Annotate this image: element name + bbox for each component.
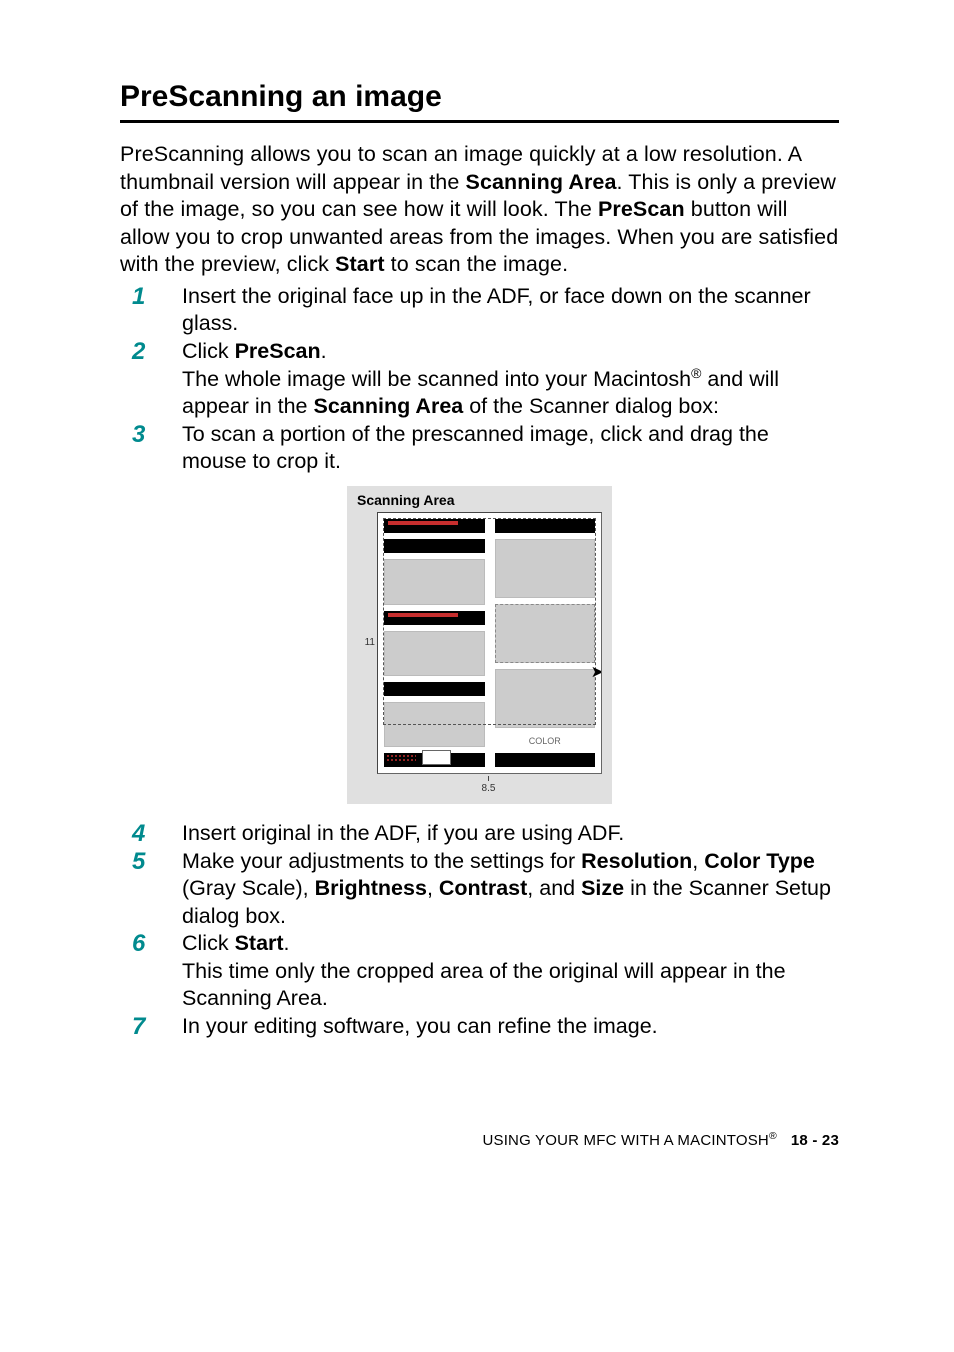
step-contrast: Contrast bbox=[439, 876, 527, 900]
step-text: . bbox=[321, 339, 327, 363]
dialog-body: 11 ➤ bbox=[357, 512, 602, 774]
steps-list: 1 Insert the original face up in the ADF… bbox=[120, 283, 839, 476]
preview-bar bbox=[495, 519, 596, 533]
registered-symbol: ® bbox=[769, 1130, 777, 1142]
heading-divider bbox=[120, 120, 839, 123]
step-body: Click PreScan. The whole image will be s… bbox=[182, 338, 839, 421]
step-body: In your editing software, you can refine… bbox=[182, 1013, 839, 1041]
intro-paragraph: PreScanning allows you to scan an image … bbox=[120, 141, 839, 279]
dialog-title: Scanning Area bbox=[357, 492, 602, 510]
step-text: , bbox=[427, 876, 439, 900]
intro-start: Start bbox=[335, 252, 384, 276]
cursor-icon: ➤ bbox=[591, 663, 602, 683]
preview-bar bbox=[495, 753, 596, 767]
footer-text: USING YOUR MFC WITH A MACINTOSH bbox=[482, 1132, 769, 1149]
step-number: 3 bbox=[120, 421, 182, 449]
page-footer: USING YOUR MFC WITH A MACINTOSH® 18 - 23 bbox=[120, 1131, 839, 1150]
step-number: 7 bbox=[120, 1013, 182, 1041]
step-body: Make your adjustments to the settings fo… bbox=[182, 848, 839, 931]
intro-prescan: PreScan bbox=[598, 197, 685, 221]
step-number: 4 bbox=[120, 820, 182, 848]
step-body: Click Start. This time only the cropped … bbox=[182, 930, 839, 1013]
step-text: . bbox=[284, 931, 290, 955]
step-4: 4 Insert original in the ADF, if you are… bbox=[120, 820, 839, 848]
step-brightness: Brightness bbox=[315, 876, 427, 900]
step-5: 5 Make your adjustments to the settings … bbox=[120, 848, 839, 931]
preview-bar bbox=[384, 611, 485, 625]
registered-symbol: ® bbox=[691, 364, 701, 380]
step-text: (Gray Scale), bbox=[182, 876, 315, 900]
intro-text: to scan the image. bbox=[385, 252, 569, 276]
axis-tick bbox=[488, 776, 489, 781]
preview-bar bbox=[384, 682, 485, 696]
x-axis: 8.5 bbox=[357, 776, 602, 796]
step-text: , bbox=[692, 849, 704, 873]
step-2: 2 Click PreScan. The whole image will be… bbox=[120, 338, 839, 421]
step-body: To scan a portion of the prescanned imag… bbox=[182, 421, 839, 476]
step-text: Make your adjustments to the settings fo… bbox=[182, 849, 581, 873]
steps-list-continued: 4 Insert original in the ADF, if you are… bbox=[120, 820, 839, 1040]
step-body: Insert original in the ADF, if you are u… bbox=[182, 820, 839, 848]
color-dots bbox=[386, 754, 416, 762]
step-number: 2 bbox=[120, 338, 182, 366]
step-3: 3 To scan a portion of the prescanned im… bbox=[120, 421, 839, 476]
step-text: of the Scanner dialog box: bbox=[463, 394, 719, 418]
page-content: PreScanning an image PreScanning allows … bbox=[0, 0, 954, 1210]
step-resolution: Resolution bbox=[581, 849, 692, 873]
x-axis-label: 8.5 bbox=[482, 783, 496, 794]
step-start: Start bbox=[235, 931, 284, 955]
section-heading: PreScanning an image bbox=[120, 78, 839, 116]
scanning-area-dialog: Scanning Area 11 ➤ bbox=[347, 486, 612, 805]
step-prescan: PreScan bbox=[235, 339, 321, 363]
y-axis-label: 11 bbox=[357, 512, 377, 774]
step-number: 6 bbox=[120, 930, 182, 958]
step-colortype: Color Type bbox=[704, 849, 815, 873]
step-number: 1 bbox=[120, 283, 182, 311]
page-number: 18 - 23 bbox=[791, 1132, 839, 1149]
step-6: 6 Click Start. This time only the croppe… bbox=[120, 930, 839, 1013]
step-text: This time only the cropped area of the o… bbox=[182, 959, 786, 1011]
preview-bar bbox=[384, 519, 485, 533]
color-label: COLOR bbox=[495, 736, 596, 748]
figure-container: Scanning Area 11 ➤ bbox=[120, 486, 839, 805]
intro-scanning-area: Scanning Area bbox=[466, 170, 617, 194]
dropdown-control[interactable] bbox=[422, 750, 451, 766]
step-1: 1 Insert the original face up in the ADF… bbox=[120, 283, 839, 338]
step-scanning-area: Scanning Area bbox=[314, 394, 464, 418]
step-7: 7 In your editing software, you can refi… bbox=[120, 1013, 839, 1041]
step-number: 5 bbox=[120, 848, 182, 876]
step-size: Size bbox=[581, 876, 624, 900]
step-body: Insert the original face up in the ADF, … bbox=[182, 283, 839, 338]
step-text: Click bbox=[182, 339, 235, 363]
preview-controls bbox=[386, 750, 451, 766]
step-text: The whole image will be scanned into you… bbox=[182, 367, 691, 391]
preview-area[interactable]: ➤ bbox=[377, 512, 602, 774]
step-text: , and bbox=[527, 876, 581, 900]
step-text: Click bbox=[182, 931, 235, 955]
preview-bar bbox=[384, 539, 485, 553]
